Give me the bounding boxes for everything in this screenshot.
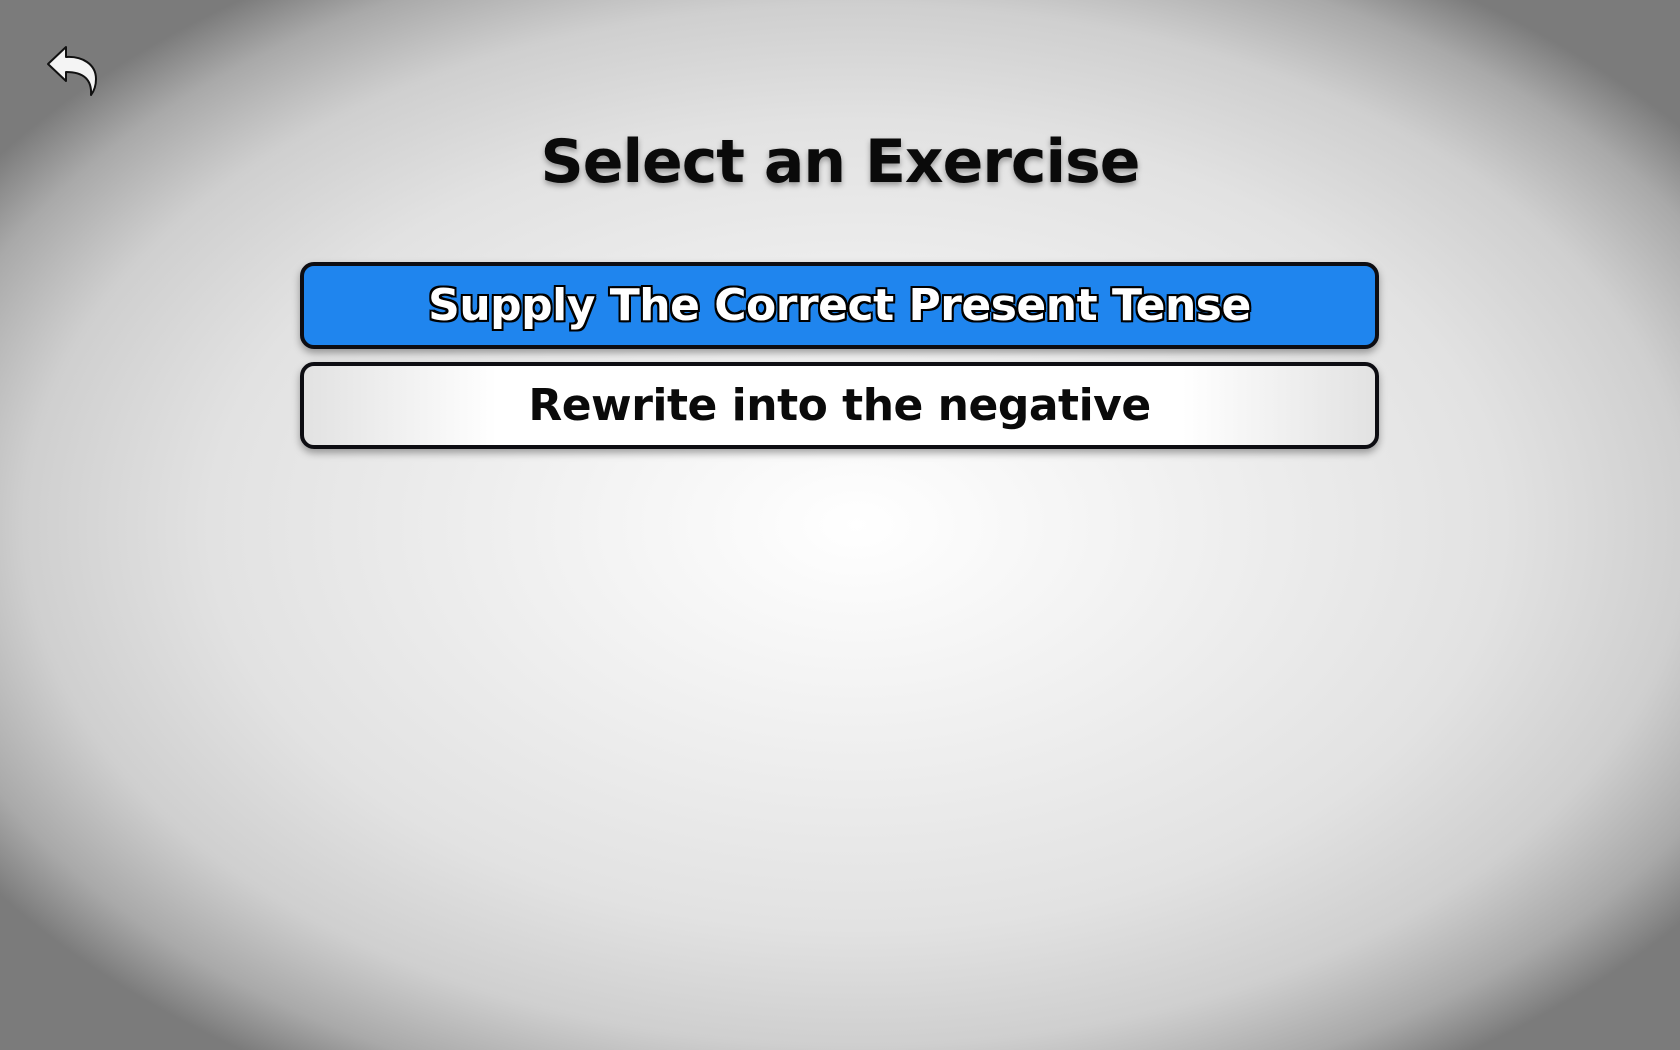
exercise-label: Rewrite into the negative bbox=[528, 380, 1151, 431]
undo-arrow-icon bbox=[47, 46, 97, 96]
back-button[interactable] bbox=[42, 42, 102, 98]
page-title: Select an Exercise bbox=[540, 127, 1141, 197]
exercise-list: Supply The Correct Present Tense Rewrite… bbox=[300, 262, 1379, 462]
exercise-label: Supply The Correct Present Tense bbox=[428, 280, 1251, 331]
exercise-button-negative[interactable]: Rewrite into the negative bbox=[300, 362, 1379, 449]
exercise-button-present-tense[interactable]: Supply The Correct Present Tense bbox=[300, 262, 1379, 349]
